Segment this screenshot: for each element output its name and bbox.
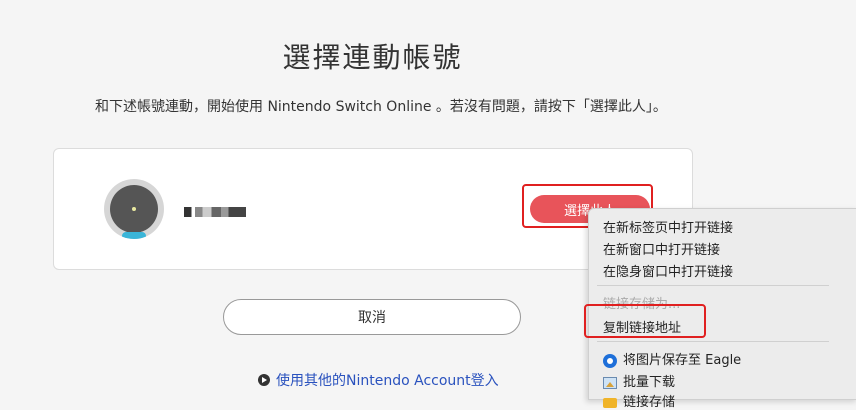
- folder-icon: [603, 397, 617, 408]
- image-icon: [603, 376, 617, 389]
- menu-divider: [597, 285, 829, 286]
- other-account-link-label: 使用其他的Nintendo Account登入: [276, 373, 499, 389]
- menu-item-partial[interactable]: 链接存储: [603, 391, 675, 410]
- highlight-copy-link: [584, 304, 706, 338]
- menu-item-batch-download[interactable]: 批量下载: [603, 371, 675, 390]
- menu-item-save-to-eagle[interactable]: 将图片保存至 Eagle: [603, 349, 741, 368]
- arrow-circle-icon: [258, 374, 270, 386]
- menu-divider: [597, 341, 829, 342]
- cancel-button[interactable]: 取消: [223, 299, 521, 335]
- eagle-icon: [603, 353, 617, 368]
- menu-item-open-new-window[interactable]: 在新窗口中打开链接: [603, 239, 720, 258]
- account-name-redacted: [184, 207, 246, 217]
- other-account-link[interactable]: 使用其他的Nintendo Account登入: [258, 370, 499, 390]
- intro-text: 和下述帳號連動，開始使用 Nintendo Switch Online 。若沒有…: [95, 99, 667, 115]
- avatar: [104, 179, 164, 239]
- menu-item-open-new-tab[interactable]: 在新标签页中打开链接: [603, 217, 733, 236]
- menu-item-open-incognito[interactable]: 在隐身窗口中打开链接: [603, 261, 733, 280]
- page-title: 選擇連動帳號: [282, 41, 463, 74]
